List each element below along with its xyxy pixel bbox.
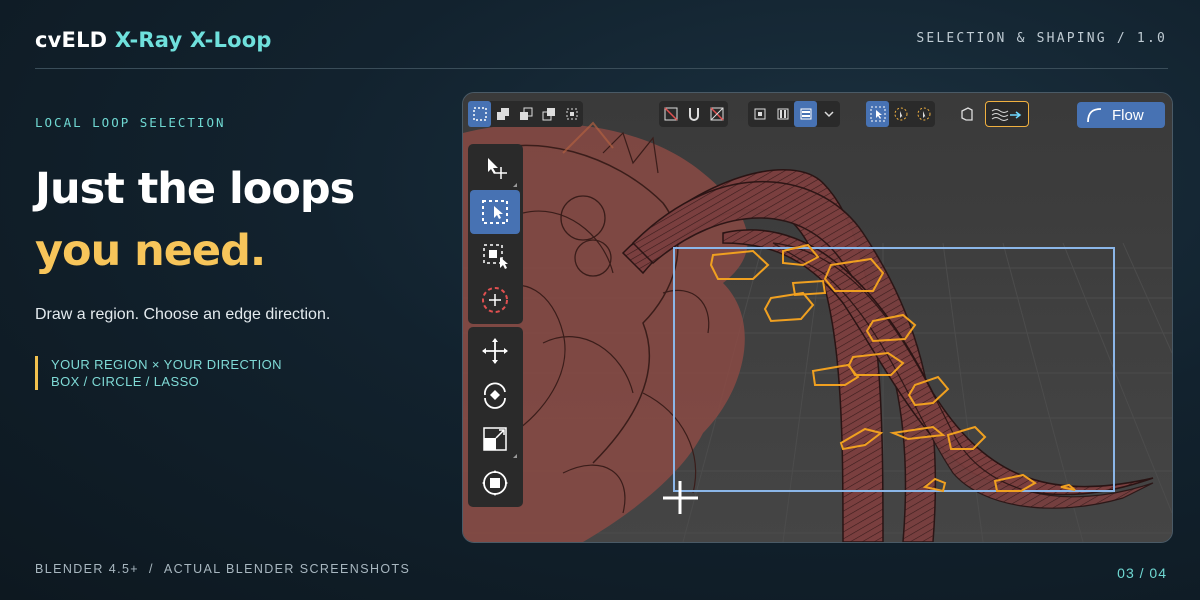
section-label: SELECTION & SHAPING / 1.0 (916, 31, 1167, 46)
footer-meta: BLENDER 4.5+ / ACTUAL BLENDER SCREENSHOTS (35, 562, 410, 576)
feature-tags: YOUR REGION × YOUR DIRECTION BOX / CIRCL… (35, 356, 282, 390)
footer-separator: / (149, 562, 154, 576)
brand-title: cvELD X-Ray X-Loop (35, 28, 272, 52)
face-group (955, 101, 978, 127)
cursor-mode-group (866, 101, 935, 127)
face-icon[interactable] (955, 101, 978, 127)
dropdown-icon[interactable] (817, 101, 840, 127)
box-select-tool[interactable] (470, 190, 520, 234)
flow-button[interactable]: Flow (1077, 102, 1165, 128)
scale-icon (483, 427, 507, 451)
blender-version: BLENDER 4.5+ (35, 562, 139, 576)
move-tool[interactable] (470, 329, 520, 373)
tool-shelf (468, 144, 523, 510)
loop-mode-group (748, 101, 840, 127)
loop-mode-c-icon[interactable] (794, 101, 817, 127)
transform-tools-group (468, 327, 523, 507)
select-new-icon[interactable] (468, 101, 491, 127)
blender-viewport[interactable]: Flow (462, 92, 1173, 543)
xray-off-icon[interactable] (659, 101, 682, 127)
headline: Just the loops you need. (35, 158, 355, 282)
header-divider (35, 68, 1168, 69)
circle-select-tool[interactable] (470, 278, 520, 322)
extended-select-icon (483, 244, 508, 269)
flow-options-icon[interactable] (986, 102, 1028, 128)
description: Draw a region. Choose an edge direction. (35, 306, 331, 323)
product-name: X-Ray X-Loop (114, 28, 272, 52)
extended-select-tool[interactable] (470, 234, 520, 278)
circle-select-icon (482, 287, 508, 313)
select-invert-icon[interactable] (537, 101, 560, 127)
move-icon (482, 338, 508, 364)
scale-tool[interactable] (470, 417, 520, 461)
brand-name: cvELD (35, 28, 108, 52)
loop-mode-b-icon[interactable] (771, 101, 794, 127)
transform-icon (482, 470, 508, 496)
transform-tool[interactable] (470, 461, 520, 505)
loop-mode-a-icon[interactable] (748, 101, 771, 127)
cursor-circle-icon[interactable] (889, 101, 912, 127)
cursor-lasso-icon[interactable] (912, 101, 935, 127)
flow-button-label: Flow (1112, 106, 1144, 124)
kicker-label: LOCAL LOOP SELECTION (35, 115, 226, 130)
headline-line-1: Just the loops (35, 164, 355, 214)
xray-cross-icon[interactable] (705, 101, 728, 127)
flow-options-group (985, 101, 1029, 127)
tool-submenu-indicator (513, 183, 517, 187)
headline-line-2: you need. (35, 226, 266, 276)
tag-line-2: BOX / CIRCLE / LASSO (51, 374, 200, 389)
select-mode-group (468, 101, 583, 127)
flow-curve-icon (1087, 108, 1102, 123)
tool-submenu-indicator (513, 454, 517, 458)
viewport-header: Flow (463, 93, 1172, 137)
xray-group (659, 101, 728, 127)
select-extend-icon[interactable] (491, 101, 514, 127)
select-intersect-icon[interactable] (560, 101, 583, 127)
rotate-tool[interactable] (470, 373, 520, 417)
viewport-scene (463, 93, 1172, 542)
source-note: ACTUAL BLENDER SCREENSHOTS (163, 562, 411, 576)
select-tools-group (468, 144, 523, 324)
select-subtract-icon[interactable] (514, 101, 537, 127)
page-indicator: 03 / 04 (1117, 565, 1167, 581)
box-select-icon (482, 200, 508, 224)
tag-line-1: YOUR REGION × YOUR DIRECTION (51, 357, 282, 372)
cursor-select-icon[interactable] (866, 101, 889, 127)
tweak-tool-icon (488, 158, 507, 179)
tweak-tool[interactable] (470, 146, 520, 190)
magnet-icon[interactable] (682, 101, 705, 127)
rotate-icon (484, 382, 506, 409)
